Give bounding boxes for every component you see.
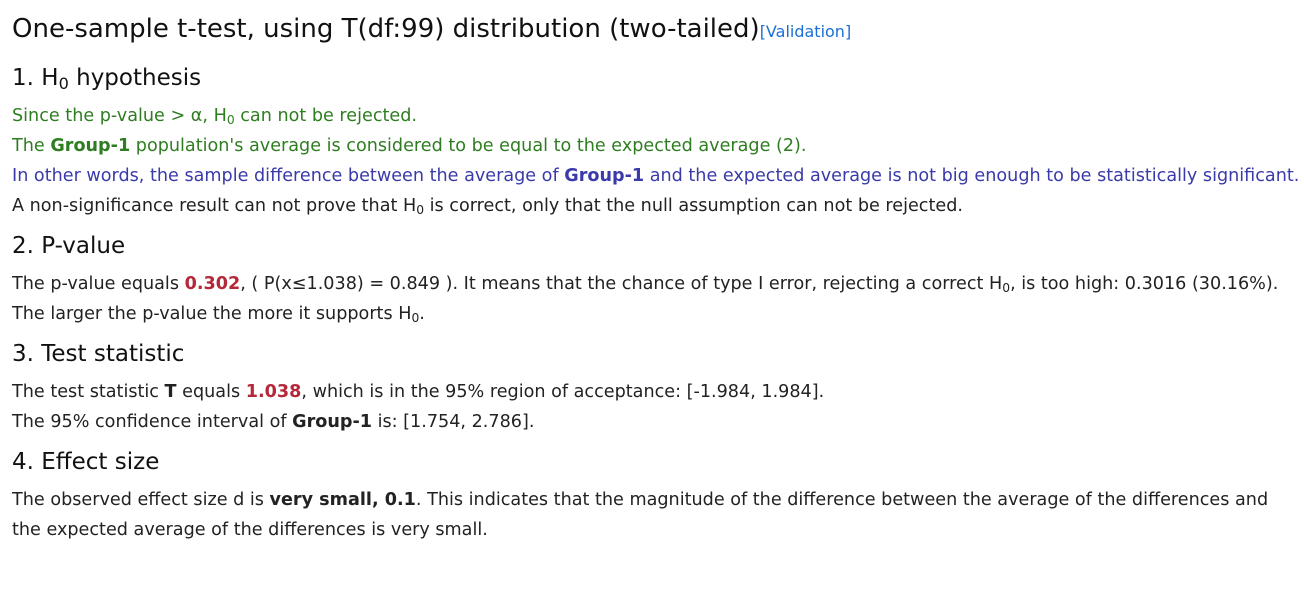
h0-heading-prefix: 1. H xyxy=(12,65,59,91)
confidence-interval-line: The 95% confidence interval of Group-1 i… xyxy=(12,407,1292,437)
page-title: One-sample t-test, using T(df:99) distri… xyxy=(12,8,1292,53)
p-value-subscript: 0 xyxy=(1002,281,1011,296)
test-stat-text: The test statistic xyxy=(12,382,165,402)
p-value-text-end: . xyxy=(419,304,425,324)
h0-line1-text: Since the p-value > α, H xyxy=(12,106,227,126)
results-page: One-sample t-test, using T(df:99) distri… xyxy=(0,0,1304,545)
test-stat-text-end: , which is in the 95% region of acceptan… xyxy=(301,382,825,402)
h0-explanation-line: In other words, the sample difference be… xyxy=(12,161,1299,191)
effect-text: The observed effect size d is xyxy=(12,490,270,510)
h0-line1-text-end: can not be rejected. xyxy=(234,106,417,126)
h0-line4-text-end: is correct, only that the null assumptio… xyxy=(424,196,963,216)
p-value-text-mid: , ( P(x≤1.038) = 0.849 ). It means that … xyxy=(240,274,1003,294)
h0-line3-text-end: and the expected average is not big enou… xyxy=(644,166,1300,186)
effect-magnitude: very small xyxy=(269,490,372,510)
group-name: Group-1 xyxy=(564,166,645,186)
h0-population-line: The Group-1 population's average is cons… xyxy=(12,131,1292,161)
p-value-section: 2. P-value The p-value equals 0.302, ( P… xyxy=(12,229,1292,329)
effect-size-section: 4. Effect size The observed effect size … xyxy=(12,445,1292,545)
test-statistic-section: 3. Test statistic The test statistic T e… xyxy=(12,337,1292,437)
h0-line4-subscript: 0 xyxy=(416,203,425,218)
effect-size-heading: 4. Effect size xyxy=(12,449,160,475)
p-value-heading: 2. P-value xyxy=(12,233,126,259)
h0-note-line: A non-significance result can not prove … xyxy=(12,191,1292,221)
group-name: Group-1 xyxy=(292,412,373,432)
h0-conclusion-line: Since the p-value > α, H0 can not be rej… xyxy=(12,101,1292,131)
h0-hypothesis-section: 1. H0 hypothesis Since the p-value > α, … xyxy=(12,61,1299,221)
p-value-text: The p-value equals xyxy=(12,274,185,294)
h0-line3-text: In other words, the sample difference be… xyxy=(12,166,565,186)
page-title-text: One-sample t-test, using T(df:99) distri… xyxy=(12,14,760,44)
test-statistic-line: The test statistic T equals 1.038, which… xyxy=(12,377,1292,407)
test-stat-symbol: T xyxy=(164,382,177,402)
h0-hypothesis-heading: 1. H0 hypothesis xyxy=(12,61,1292,95)
effect-value: 0.1 xyxy=(384,490,416,510)
h0-heading-subscript: 0 xyxy=(58,74,69,94)
h0-line1-subscript: 0 xyxy=(226,113,235,128)
p-value-number: 0.302 xyxy=(184,274,241,294)
effect-separator: , xyxy=(371,490,385,510)
p-value-paragraph: The p-value equals 0.302, ( P(x≤1.038) =… xyxy=(12,269,1292,329)
ci-text-end: is: [1.754, 2.786]. xyxy=(372,412,535,432)
h0-line2-text: The xyxy=(12,136,51,156)
test-stat-text-mid: equals xyxy=(176,382,246,402)
group-name: Group-1 xyxy=(50,136,131,156)
h0-heading-suffix: hypothesis xyxy=(68,65,202,91)
effect-size-paragraph: The observed effect size d is very small… xyxy=(12,485,1292,545)
h0-line2-text-end: population's average is considered to be… xyxy=(130,136,807,156)
test-stat-value: 1.038 xyxy=(245,382,302,402)
ci-text: The 95% confidence interval of xyxy=(12,412,293,432)
test-statistic-heading: 3. Test statistic xyxy=(12,341,185,367)
validation-link[interactable]: [Validation] xyxy=(760,22,852,41)
h0-line4-text: A non-significance result can not prove … xyxy=(12,196,417,216)
